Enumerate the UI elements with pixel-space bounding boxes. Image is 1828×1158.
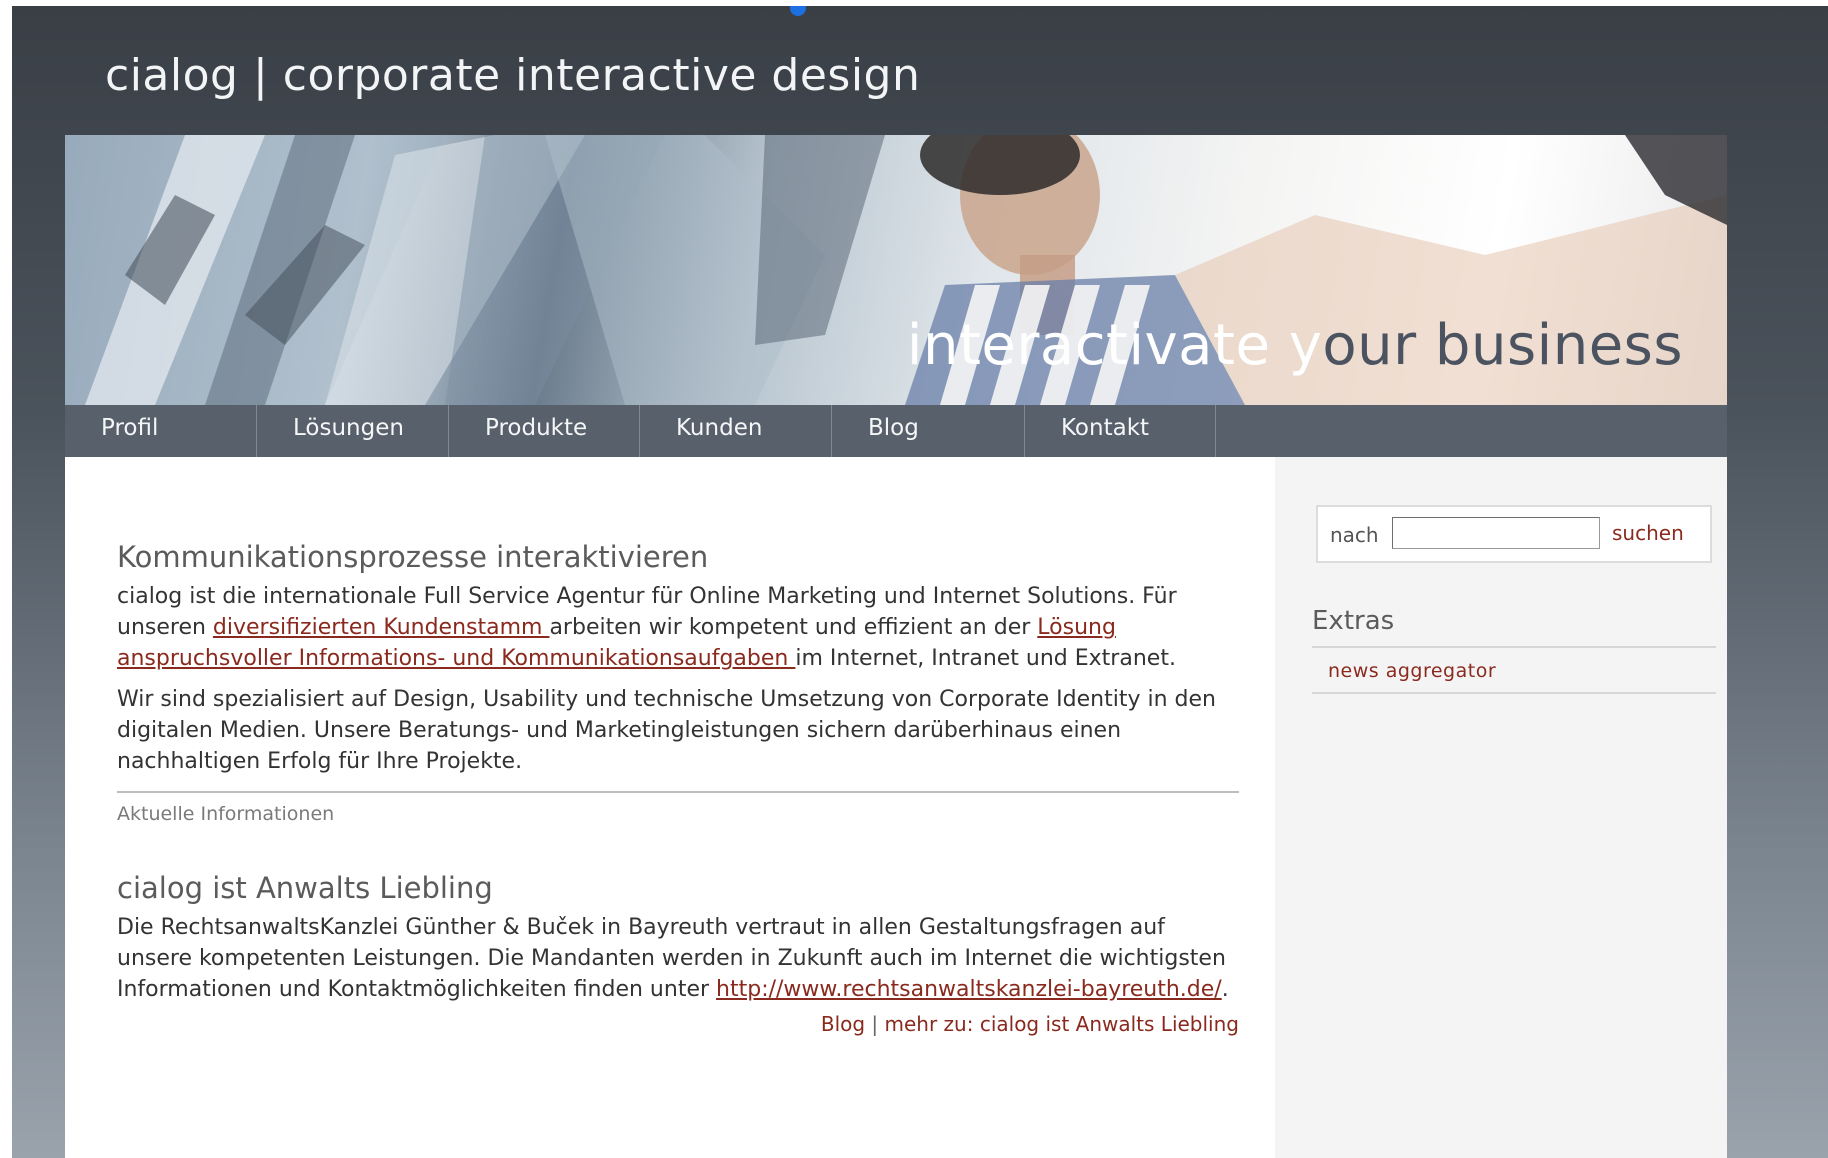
nav-item-kunden[interactable]: Kunden xyxy=(640,405,832,457)
article-end: . xyxy=(1221,977,1229,1002)
news-section-label: Aktuelle Informationen xyxy=(117,803,335,825)
article-title[interactable]: cialog ist Anwalts Liebling xyxy=(117,868,1239,908)
banner-slogan: interactivate your business xyxy=(907,313,1683,378)
intro-heading: Kommunikationsprozesse interaktivieren xyxy=(117,540,709,574)
nav-item-profil[interactable]: Profil xyxy=(65,405,257,457)
search-label: nach xyxy=(1330,523,1379,547)
article-text: Die RechtsanwaltsKanzlei Günther & Buček… xyxy=(117,912,1239,1005)
intro-text-b: arbeiten wir kompetent und effizient an … xyxy=(549,615,1038,640)
search-box: nach suchen xyxy=(1316,505,1712,563)
extras-heading: Extras xyxy=(1312,606,1716,648)
search-button[interactable]: suchen xyxy=(1612,521,1684,545)
main-navigation: Profil Lösungen Produkte Kunden Blog Kon… xyxy=(65,405,1727,457)
extras-item-news-aggregator[interactable]: news aggregator xyxy=(1312,660,1716,694)
site-title[interactable]: cialog | corporate interactive design xyxy=(105,50,920,101)
main-column: Kommunikationsprozesse interaktivieren c… xyxy=(117,537,1239,1040)
intro-text-c: im Internet, Intranet und Extranet. xyxy=(795,646,1176,671)
section-divider xyxy=(117,791,1239,793)
top-accent-marker xyxy=(790,6,806,16)
nav-item-kontakt[interactable]: Kontakt xyxy=(1025,405,1216,457)
nav-item-produkte[interactable]: Produkte xyxy=(449,405,640,457)
header-banner: interactivate your business xyxy=(65,135,1727,405)
banner-slogan-part1: interactivate y xyxy=(906,313,1323,378)
banner-slogan-part2: our business xyxy=(1322,313,1683,378)
link-kundenstamm[interactable]: diversifizierten Kundenstamm xyxy=(213,615,550,640)
article-meta: Blog | mehr zu: cialog ist Anwalts Liebl… xyxy=(117,1009,1239,1040)
meta-separator: | xyxy=(865,1012,885,1036)
article-more-link[interactable]: mehr zu: cialog ist Anwalts Liebling xyxy=(885,1012,1239,1036)
intro-paragraph-1: cialog ist die internationale Full Servi… xyxy=(117,581,1239,674)
article-url-link[interactable]: http://www.rechtsanwaltskanzlei-bayreuth… xyxy=(716,977,1222,1002)
nav-item-loesungen[interactable]: Lösungen xyxy=(257,405,449,457)
article-category-link[interactable]: Blog xyxy=(821,1012,865,1036)
intro-paragraph-2: Wir sind spezialisiert auf Design, Usabi… xyxy=(117,687,1216,774)
search-input[interactable] xyxy=(1392,517,1600,549)
nav-item-blog[interactable]: Blog xyxy=(832,405,1025,457)
